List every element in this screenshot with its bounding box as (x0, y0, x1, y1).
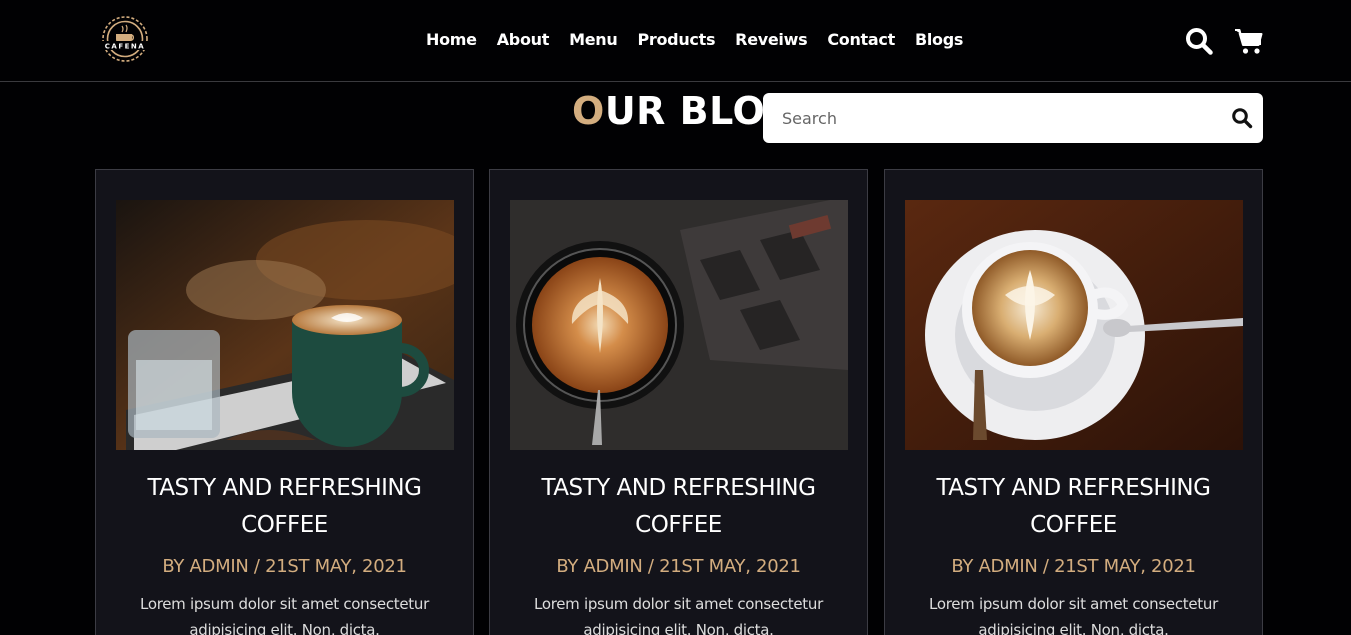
cafena-logo[interactable]: CAFENA (94, 12, 156, 66)
search-box (763, 93, 1263, 143)
search-submit-icon[interactable] (1231, 107, 1253, 129)
search-input[interactable] (763, 93, 1213, 143)
blog-card-excerpt: Lorem ipsum dolor sit amet consectetur a… (140, 595, 429, 635)
cart-icon[interactable] (1234, 26, 1264, 56)
search-icon[interactable] (1184, 26, 1214, 56)
blog-card[interactable]: TASTY AND REFRESHING COFFEE BY ADMIN / 2… (95, 169, 474, 635)
nav-home[interactable]: Home (416, 28, 487, 52)
blog-card-meta: BY ADMIN / 21ST MAY, 2021 (951, 556, 1196, 577)
site-header: CAFENA Home About Menu Products Reveiws … (0, 0, 1351, 82)
blog-card-excerpt: Lorem ipsum dolor sit amet consectetur a… (929, 595, 1218, 635)
logo-text: CAFENA (105, 43, 145, 51)
nav-products[interactable]: Products (627, 28, 725, 52)
blog-card-title[interactable]: TASTY AND REFRESHING COFFEE (106, 470, 463, 544)
nav-about[interactable]: About (487, 28, 559, 52)
nav-menu[interactable]: Menu (559, 28, 627, 52)
page-title-accent: O (572, 89, 605, 133)
blog-card-image-coffee-cup-with-water-glass[interactable] (116, 200, 454, 450)
blog-card-excerpt: Lorem ipsum dolor sit amet consectetur a… (534, 595, 823, 635)
blog-card-title[interactable]: TASTY AND REFRESHING COFFEE (895, 470, 1252, 544)
blog-card-image-latte-art-top-view[interactable] (510, 200, 848, 450)
blog-card-meta: BY ADMIN / 21ST MAY, 2021 (162, 556, 407, 577)
nav-reviews[interactable]: Reveiws (725, 28, 817, 52)
blog-card-image-cappuccino-on-saucer[interactable] (905, 200, 1243, 450)
blog-card[interactable]: TASTY AND REFRESHING COFFEE BY ADMIN / 2… (884, 169, 1263, 635)
blog-card-title[interactable]: TASTY AND REFRESHING COFFEE (500, 470, 857, 544)
main-nav: Home About Menu Products Reveiws Contact… (416, 28, 973, 52)
blog-card[interactable]: TASTY AND REFRESHING COFFEE BY ADMIN / 2… (489, 169, 868, 635)
nav-contact[interactable]: Contact (817, 28, 905, 52)
nav-blogs[interactable]: Blogs (905, 28, 973, 52)
blog-card-meta: BY ADMIN / 21ST MAY, 2021 (556, 556, 801, 577)
